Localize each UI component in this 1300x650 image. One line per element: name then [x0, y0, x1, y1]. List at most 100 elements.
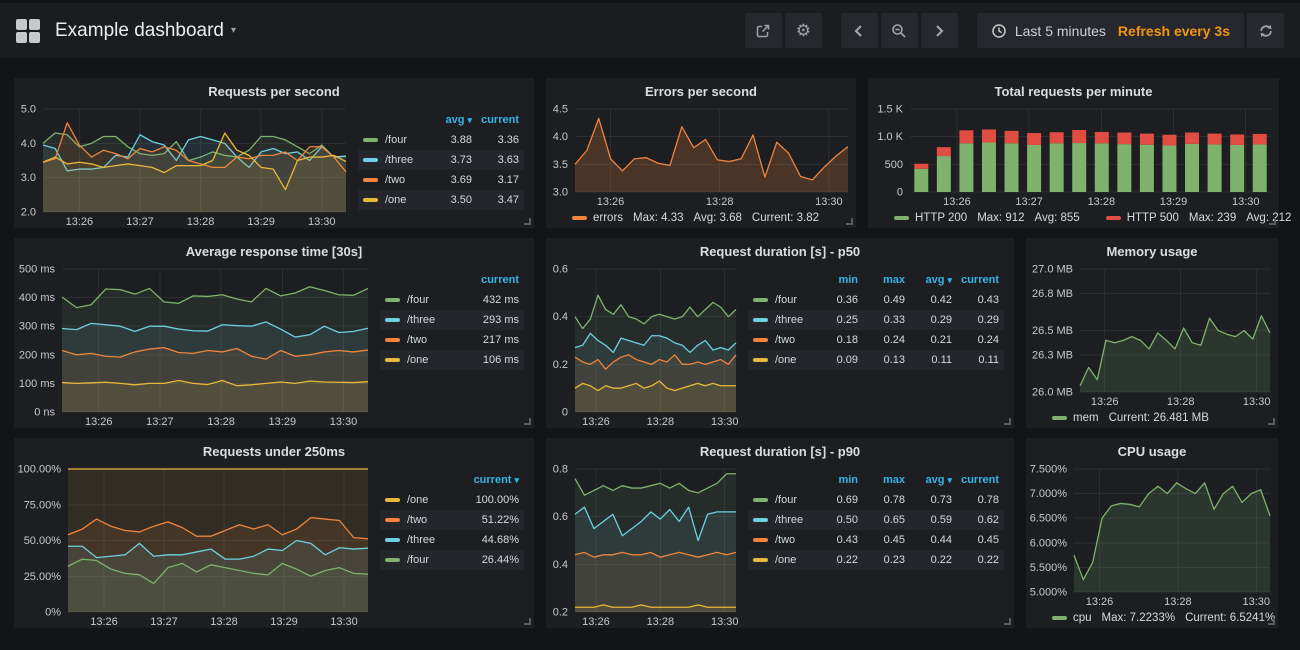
panel-title[interactable]: CPU usage: [1026, 438, 1278, 462]
time-forward-button[interactable]: [921, 13, 958, 48]
legend-series-toggle[interactable]: HTTP 200: [915, 212, 967, 224]
series-color-marker[interactable]: [1106, 216, 1121, 220]
panel-title[interactable]: Requests under 250ms: [14, 438, 534, 462]
series-color-marker[interactable]: [385, 558, 400, 562]
legend-sort-column-min[interactable]: min: [811, 274, 858, 286]
resize-handle[interactable]: [524, 618, 531, 625]
graph-canvas[interactable]: 13:2613:2713:2813:2913:300 ns100 ms200 m…: [14, 262, 376, 428]
grafana-logo[interactable]: [16, 19, 40, 43]
legend-sort-column-avg[interactable]: avg▾: [425, 114, 472, 126]
logo-square: [29, 32, 40, 43]
graph-canvas[interactable]: 13:2613:2813:300.20.40.60.8: [546, 462, 744, 628]
series-color-marker[interactable]: [894, 216, 909, 220]
series-color-marker[interactable]: [1052, 416, 1067, 420]
legend-series-toggle[interactable]: cpu: [1073, 612, 1092, 624]
legend-sort-column-current[interactable]: current: [952, 274, 999, 286]
series-color-marker[interactable]: [385, 318, 400, 322]
legend-sort-column-max[interactable]: max: [858, 474, 905, 486]
resize-handle[interactable]: [1268, 418, 1275, 425]
legend-series-toggle[interactable]: /one: [385, 354, 443, 366]
resize-handle[interactable]: [1268, 618, 1275, 625]
legend-sort-column-current[interactable]: current: [443, 274, 519, 286]
graph-canvas[interactable]: 13:2613:2713:2813:2913:302.03.04.05.0: [14, 102, 354, 228]
series-color-marker[interactable]: [753, 298, 768, 302]
settings-button[interactable]: ⚙: [785, 13, 822, 48]
legend-series-toggle[interactable]: /two: [753, 334, 811, 346]
legend-series-toggle[interactable]: /one: [753, 354, 811, 366]
graph-canvas[interactable]: 13:2613:2813:3026.0 MB26.3 MB26.5 MB26.8…: [1026, 262, 1278, 408]
legend-series-toggle[interactable]: /four: [753, 294, 811, 306]
legend-series-toggle[interactable]: /two: [753, 534, 811, 546]
panel-title[interactable]: Request duration [s] - p90: [546, 438, 1014, 462]
series-color-marker[interactable]: [385, 298, 400, 302]
zoom-out-button[interactable]: [881, 13, 918, 48]
series-color-marker[interactable]: [753, 498, 768, 502]
legend-series-toggle[interactable]: /three: [363, 154, 425, 166]
resize-handle[interactable]: [524, 218, 531, 225]
legend-series-toggle[interactable]: /three: [385, 534, 443, 546]
graph-canvas[interactable]: 13:2613:2813:305.000%5.500%6.000%6.500%7…: [1026, 462, 1278, 608]
series-color-marker[interactable]: [753, 538, 768, 542]
resize-handle[interactable]: [1269, 218, 1276, 225]
resize-handle[interactable]: [1004, 418, 1011, 425]
legend-series-toggle[interactable]: /four: [753, 494, 811, 506]
legend-sort-column-current[interactable]: current: [472, 114, 519, 126]
panel-title[interactable]: Request duration [s] - p50: [546, 238, 1014, 262]
dashboard-title-dropdown[interactable]: Example dashboard ▾: [55, 20, 236, 42]
graph-canvas[interactable]: 13:2613:2713:2813:2913:300%25.00%50.00%7…: [14, 462, 376, 628]
legend-series-toggle[interactable]: HTTP 500: [1127, 212, 1179, 224]
legend-series-toggle[interactable]: /four: [385, 294, 443, 306]
resize-handle[interactable]: [846, 218, 853, 225]
series-color-marker[interactable]: [753, 318, 768, 322]
legend-sort-column-max[interactable]: max: [858, 274, 905, 286]
resize-handle[interactable]: [1004, 618, 1011, 625]
series-color-marker[interactable]: [363, 198, 378, 202]
legend-series-toggle[interactable]: /two: [385, 334, 443, 346]
legend-series-toggle[interactable]: /one: [363, 194, 425, 206]
series-color-marker[interactable]: [753, 558, 768, 562]
graph-canvas[interactable]: 13:2613:2813:3000.20.40.6: [546, 262, 744, 428]
series-color-marker[interactable]: [753, 338, 768, 342]
panel-title[interactable]: Average response time [30s]: [14, 238, 534, 262]
series-color-marker[interactable]: [363, 158, 378, 162]
legend-series-toggle[interactable]: /two: [385, 514, 443, 526]
panel-title[interactable]: Memory usage: [1026, 238, 1278, 262]
series-color-marker[interactable]: [385, 338, 400, 342]
resize-handle[interactable]: [524, 418, 531, 425]
legend-series-toggle[interactable]: /one: [385, 494, 443, 506]
legend-series-toggle[interactable]: mem: [1073, 412, 1099, 424]
legend-series-toggle[interactable]: errors: [593, 212, 623, 224]
legend-sort-column-avg[interactable]: avg▾: [905, 474, 952, 486]
legend-series-toggle[interactable]: /two: [363, 174, 425, 186]
series-color-marker[interactable]: [753, 358, 768, 362]
legend-series-toggle[interactable]: /four: [363, 134, 425, 146]
share-button[interactable]: [745, 13, 782, 48]
legend-series-toggle[interactable]: /four: [385, 554, 443, 566]
panel-title[interactable]: Total requests per minute: [868, 78, 1279, 102]
legend-sort-column-current[interactable]: current: [952, 474, 999, 486]
series-color-marker[interactable]: [385, 358, 400, 362]
time-back-button[interactable]: [841, 13, 878, 48]
series-color-marker[interactable]: [753, 518, 768, 522]
legend-sort-column-current[interactable]: current▾: [443, 474, 519, 486]
series-color-marker[interactable]: [572, 216, 587, 220]
time-picker-button[interactable]: Last 5 minutes Refresh every 3s: [977, 13, 1244, 48]
series-color-marker[interactable]: [385, 538, 400, 542]
series-color-marker[interactable]: [363, 178, 378, 182]
legend-sort-column-avg[interactable]: avg▾: [905, 274, 952, 286]
series-color-marker[interactable]: [363, 138, 378, 142]
series-color-marker[interactable]: [385, 498, 400, 502]
series-color-marker[interactable]: [1052, 616, 1067, 620]
graph-canvas[interactable]: 13:2613:2813:303.03.54.04.5: [546, 102, 856, 208]
legend-series-toggle[interactable]: /three: [753, 314, 811, 326]
series-color-marker[interactable]: [385, 518, 400, 522]
legend-series-toggle[interactable]: /one: [753, 554, 811, 566]
svg-text:13:26: 13:26: [597, 196, 625, 208]
legend-sort-column-min[interactable]: min: [811, 474, 858, 486]
legend-series-toggle[interactable]: /three: [385, 314, 443, 326]
graph-canvas[interactable]: 13:2613:2713:2813:2913:3005001.0 K1.5 K: [868, 102, 1279, 208]
panel-title[interactable]: Requests per second: [14, 78, 534, 102]
legend-series-toggle[interactable]: /three: [753, 514, 811, 526]
panel-title[interactable]: Errors per second: [546, 78, 856, 102]
refresh-button[interactable]: [1247, 13, 1284, 48]
